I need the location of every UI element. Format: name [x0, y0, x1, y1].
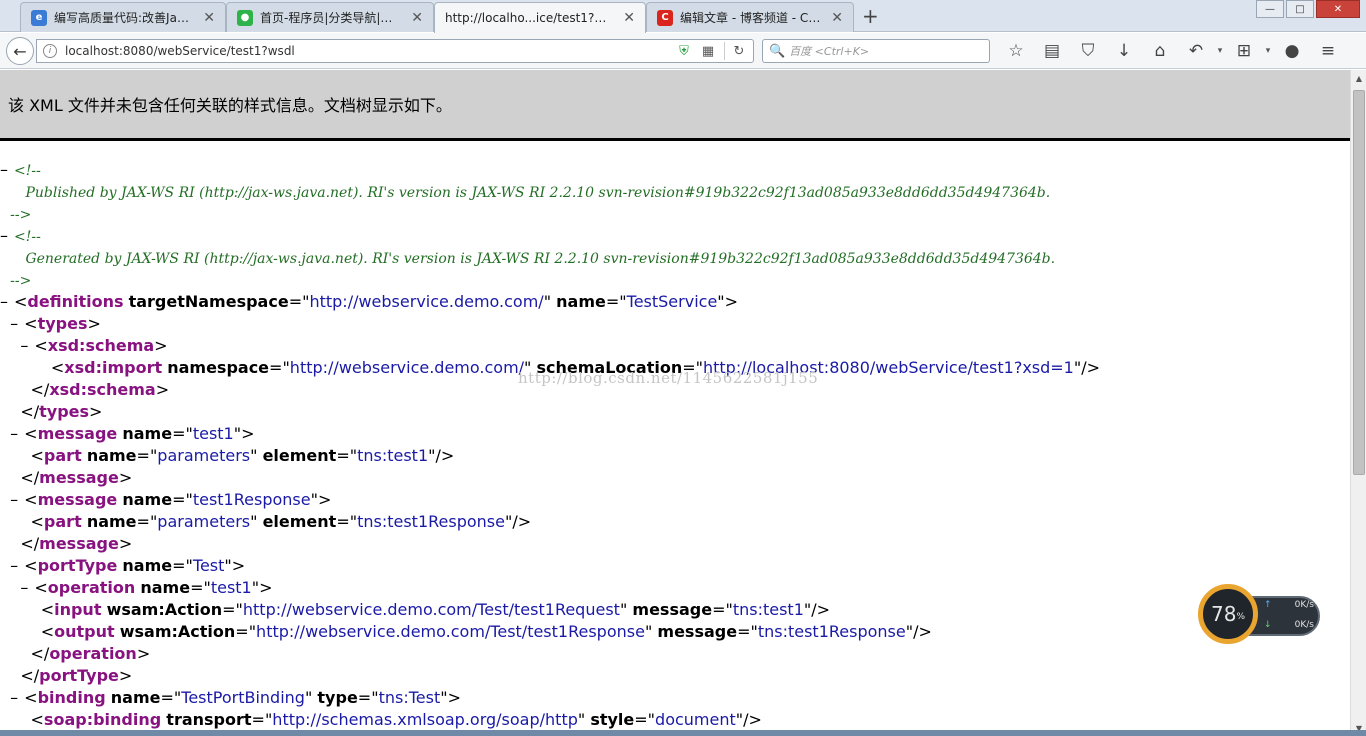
url-bar-actions: ⛨ ▦ ↻ — [670, 41, 749, 61]
xml-stylesheet-notice: 该 XML 文件并未包含任何关联的样式信息。文档树显示如下。 — [0, 70, 1350, 141]
collapse-toggle[interactable]: – — [10, 555, 24, 577]
wechat-icon: ● — [237, 9, 253, 26]
network-speed-widget[interactable]: ↑ 0K/s ↓ 0K/s 78% — [1198, 584, 1322, 646]
tab-strip: e 编写高质量代码:改善Java... ✕ ● 首页-程序员|分类导航|网...… — [0, 0, 1366, 33]
memory-usage-gauge[interactable]: 78% — [1198, 584, 1258, 644]
vertical-scrollbar[interactable]: ▲ ▼ — [1350, 70, 1366, 736]
divider — [724, 42, 725, 60]
xml-tree: – <!-- Published by JAX-WS RI (http://jax… — [0, 141, 1350, 731]
info-icon[interactable]: i — [43, 44, 57, 58]
xml-element-part: <part name="parameters" element="tns:tes… — [30, 446, 455, 465]
xml-element-types: – <types> — [10, 313, 101, 335]
pocket-icon[interactable]: ⛉ — [1070, 37, 1106, 65]
xml-close-message: </message> — [20, 534, 133, 553]
window-controls: — □ ✕ — [1254, 0, 1360, 20]
close-icon[interactable]: ✕ — [411, 10, 423, 26]
os-taskbar — [0, 730, 1366, 736]
search-bar[interactable]: 🔍 — [762, 39, 990, 63]
xml-comment-close: --> — [10, 207, 32, 223]
xml-close-message: </message> — [20, 468, 133, 487]
collapse-toggle[interactable]: – — [0, 225, 14, 247]
xml-element-definitions: – <definitions targetNamespace="http://we… — [0, 291, 739, 313]
reload-icon[interactable]: ↻ — [729, 41, 749, 61]
tab-title: 编写高质量代码:改善Java... — [54, 11, 196, 25]
tab-title: 首页-程序员|分类导航|网... — [260, 11, 404, 25]
chevron-down-icon[interactable]: ▾ — [1262, 37, 1274, 65]
shield-icon[interactable]: ⛨ — [674, 41, 694, 61]
csdn-icon: C — [657, 9, 673, 26]
download-arrow-icon: ↓ — [1264, 620, 1272, 630]
xml-close-porttype: </portType> — [20, 666, 133, 685]
xml-comment-open: – <!-- — [0, 225, 41, 247]
undo-icon[interactable]: ↶ — [1178, 37, 1214, 65]
xml-element-output: <output wsam:Action="http://webservice.d… — [40, 622, 932, 641]
xml-comment-body: Published by JAX-WS RI (http://jax-ws.ja… — [25, 185, 1051, 201]
xml-element-soap-binding: <soap:binding transport="http://schemas.… — [30, 710, 762, 729]
browser-toolbar: ☆ ▤ ⛉ ↓ ⌂ ↶ ▾ ⊞ ▾ ● ≡ — [998, 37, 1346, 65]
close-icon[interactable]: ✕ — [203, 10, 215, 26]
xml-element-message: – <message name="test1"> — [10, 423, 255, 445]
qr-code-icon[interactable]: ▦ — [698, 41, 718, 61]
upload-rate: ↑ 0K/s — [1264, 600, 1314, 610]
home-icon[interactable]: ⌂ — [1142, 37, 1178, 65]
xml-element-part: <part name="parameters" element="tns:tes… — [30, 512, 532, 531]
tab-title: 编辑文章 - 博客频道 - CS... — [680, 11, 824, 25]
minimize-button[interactable]: — — [1256, 0, 1284, 18]
close-icon[interactable]: ✕ — [623, 10, 635, 26]
back-button[interactable]: ← — [6, 37, 34, 65]
url-bar[interactable]: i ⛨ ▦ ↻ — [36, 39, 754, 63]
tab-java-book[interactable]: e 编写高质量代码:改善Java... ✕ — [20, 2, 226, 32]
download-icon[interactable]: ↓ — [1106, 37, 1142, 65]
memory-percent: 78 — [1210, 602, 1237, 626]
new-tab-button[interactable]: + — [862, 6, 879, 26]
chevron-down-icon[interactable]: ▾ — [1214, 37, 1226, 65]
download-rate: ↓ 0K/s — [1264, 620, 1314, 630]
restore-button[interactable]: □ — [1286, 0, 1314, 18]
tab-programmer-nav[interactable]: ● 首页-程序员|分类导航|网... ✕ — [226, 2, 434, 32]
scrollbar-thumb[interactable] — [1353, 90, 1365, 475]
xml-comment-open: – <!-- — [0, 159, 41, 181]
search-icon[interactable]: 🔍 — [769, 44, 785, 59]
reader-view-icon[interactable]: ▤ — [1034, 37, 1070, 65]
collapse-toggle[interactable]: – — [0, 159, 14, 181]
collapse-toggle[interactable]: – — [10, 423, 24, 445]
close-window-button[interactable]: ✕ — [1316, 0, 1360, 18]
tab-wsdl[interactable]: http://localho...ice/test1?wsdl ✕ — [434, 2, 646, 33]
collapse-toggle[interactable]: – — [20, 335, 34, 357]
back-arrow-icon: ← — [13, 41, 27, 61]
collapse-toggle[interactable]: – — [20, 577, 34, 599]
screenshot-crop-icon[interactable]: ⊞ — [1226, 37, 1262, 65]
xml-comment-close: --> — [10, 273, 32, 289]
xml-element-input: <input wsam:Action="http://webservice.de… — [40, 600, 831, 619]
scroll-up-arrow-icon[interactable]: ▲ — [1351, 70, 1366, 86]
search-input[interactable] — [789, 44, 989, 58]
upload-arrow-icon: ↑ — [1264, 600, 1272, 610]
close-icon[interactable]: ✕ — [831, 10, 843, 26]
tab-csdn-edit[interactable]: C 编辑文章 - 博客频道 - CS... ✕ — [646, 2, 854, 32]
xml-close-operation: </operation> — [30, 644, 151, 663]
collapse-toggle[interactable]: – — [10, 489, 24, 511]
xml-close-types: </types> — [20, 402, 103, 421]
xml-element-schema: – <xsd:schema> — [20, 335, 168, 357]
navigation-bar: ← i ⛨ ▦ ↻ 🔍 ☆ ▤ ⛉ ↓ ⌂ ↶ ▾ ⊞ ▾ ● ≡ — [0, 33, 1366, 69]
hamburger-menu-icon[interactable]: ≡ — [1310, 37, 1346, 65]
xml-element-operation: – <operation name="test1"> — [20, 577, 273, 599]
xml-element-message: – <message name="test1Response"> — [10, 489, 332, 511]
bookmark-star-icon[interactable]: ☆ — [998, 37, 1034, 65]
xml-element-binding: – <binding name="TestPortBinding" type="t… — [10, 687, 461, 709]
url-input[interactable] — [65, 44, 670, 58]
browser-icon: e — [31, 9, 47, 26]
xml-comment-body: Generated by JAX-WS RI (http://jax-ws.ja… — [25, 251, 1056, 267]
chat-bubble-icon[interactable]: ● — [1274, 37, 1310, 65]
collapse-toggle[interactable]: – — [0, 291, 14, 313]
percent-unit: % — [1236, 612, 1245, 622]
blog-watermark: http://blog.csdn.net/1145622581j155 — [518, 369, 819, 387]
collapse-toggle[interactable]: – — [10, 313, 24, 335]
tab-title: http://localho...ice/test1?wsdl — [445, 11, 616, 25]
collapse-toggle[interactable]: – — [10, 687, 24, 709]
page-content: 该 XML 文件并未包含任何关联的样式信息。文档树显示如下。 – <!-- Pub… — [0, 70, 1350, 736]
xml-element-porttype: – <portType name="Test"> — [10, 555, 246, 577]
